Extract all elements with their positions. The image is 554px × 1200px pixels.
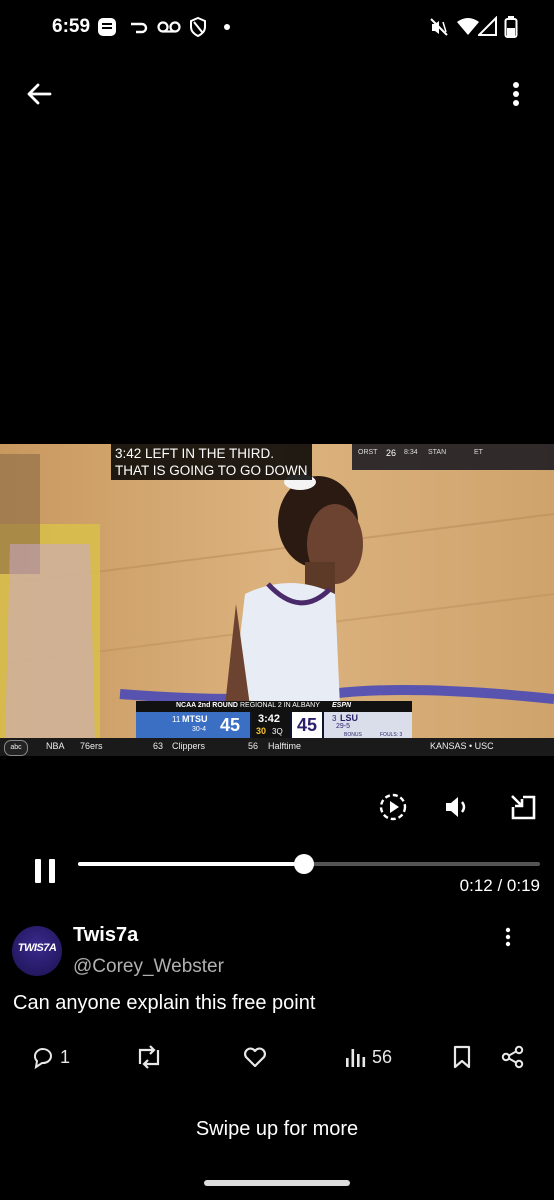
more-vertical-icon [513,82,519,106]
top-time-1: 8:34 [404,449,418,456]
mute-icon [428,16,450,38]
views-count: 56 [372,1046,393,1067]
replay-button[interactable] [376,790,410,824]
display-name[interactable]: Twis7a [73,924,138,947]
progress-fill [78,862,305,866]
ticker-score-1: 63 [153,741,164,751]
views-button[interactable]: 56 [344,1042,392,1072]
home-score: 45 [220,712,250,739]
scorebug-header: NCAA 2nd ROUND REGIONAL 2 IN ALBANY ESPN [136,701,412,712]
away-score: 45 [292,712,322,739]
share-button[interactable] [500,1042,526,1072]
share-icon [501,1045,524,1069]
top-scores-bar: ORST 26 8:34 STAN ET [352,444,554,470]
score-ticker: abc NBA 76ers 63 Clippers 56 Halftime KA… [0,738,554,756]
pause-button[interactable] [30,856,60,886]
link-icon [128,16,152,38]
swipe-up-hint[interactable]: Swipe up for more [0,1118,554,1141]
home-record: 30-4 [192,726,207,733]
like-button[interactable] [242,1042,268,1072]
video-caption: 3:42 LEFT IN THE THIRD. THAT IS GOING TO… [111,444,312,480]
bookmark-icon [453,1045,471,1069]
ticker-team-2: Clippers [172,741,206,751]
wifi-icon [456,16,480,38]
away-record: 29-5 [336,723,351,730]
views-icon [346,1049,366,1067]
period: 3Q [272,727,283,736]
battery-icon [504,16,518,38]
home-seed: 11 [172,715,181,724]
more-options-button[interactable] [500,78,532,112]
back-button[interactable] [22,78,56,112]
away-team-panel: 3 LSU 29-5 BONUS FOULS: 3 [324,712,412,739]
top-et: ET [474,449,483,456]
game-clock: 3:42 [258,713,281,725]
notification-icon [96,16,118,38]
scorebug-network: ESPN [332,702,352,709]
away-seed: 3 [332,714,337,723]
volume-icon [446,797,466,817]
status-time: 6:59 [52,16,91,37]
time-readout: 0:12 / 0:19 [459,876,540,895]
voicemail-icon [156,16,182,38]
shot-clock: 30 [256,726,267,736]
retweet-icon [138,1045,160,1069]
scorebug: NCAA 2nd ROUND REGIONAL 2 IN ALBANY ESPN… [136,701,412,739]
tweet-text: Can anyone explain this free point [13,992,316,1014]
tweet-more-button[interactable] [498,925,518,949]
ticker-right: KANSAS • USC [430,741,494,751]
video-player[interactable]: 3:42 LEFT IN THE THIRD. THAT IS GOING TO… [0,444,554,756]
exit-fullscreen-icon [511,795,536,820]
scorebug-title: NCAA 2nd ROUND [176,702,238,709]
avatar[interactable]: TWIS7A [12,926,62,976]
bookmark-button[interactable] [450,1042,474,1072]
top-team-1: ORST [358,449,378,456]
user-handle[interactable]: @Corey_Webster [73,956,224,978]
top-score-1: 26 [386,448,397,458]
volume-button[interactable] [440,790,474,824]
ticker-score-2: 56 [248,741,259,751]
shield-icon [188,16,208,38]
progress-bar[interactable] [78,854,540,874]
scorebug-region: REGIONAL 2 IN ALBANY [240,702,320,709]
reply-count: 1 [60,1046,71,1067]
arrow-left-icon [27,83,52,105]
retweet-button[interactable] [134,1042,164,1072]
reply-icon [34,1048,52,1070]
exit-fullscreen-button[interactable] [506,790,540,824]
status-bar: 6:59 [0,0,554,56]
top-team-2: STAN [428,449,447,456]
heart-icon [244,1047,266,1068]
home-team-panel: 11 MTSU 30-4 [136,712,220,739]
more-vertical-icon [505,927,511,947]
avatar-text: TWIS7A [17,942,57,954]
signal-icon [478,16,498,38]
dot-icon [222,16,232,38]
clock-panel: 3:42 30 3Q [252,712,290,739]
home-team: MTSU [182,714,208,724]
replay-icon [379,793,407,821]
abc-logo-icon: abc [4,740,28,756]
ticker-status: Halftime [268,741,302,751]
ticker-league: NBA [46,741,65,751]
away-team: LSU [340,713,358,723]
ticker-team-1: 76ers [80,741,103,751]
pause-icon [35,859,55,883]
home-indicator[interactable] [204,1180,350,1186]
progress-thumb[interactable] [294,854,315,874]
reply-button[interactable]: 1 [30,1042,70,1072]
